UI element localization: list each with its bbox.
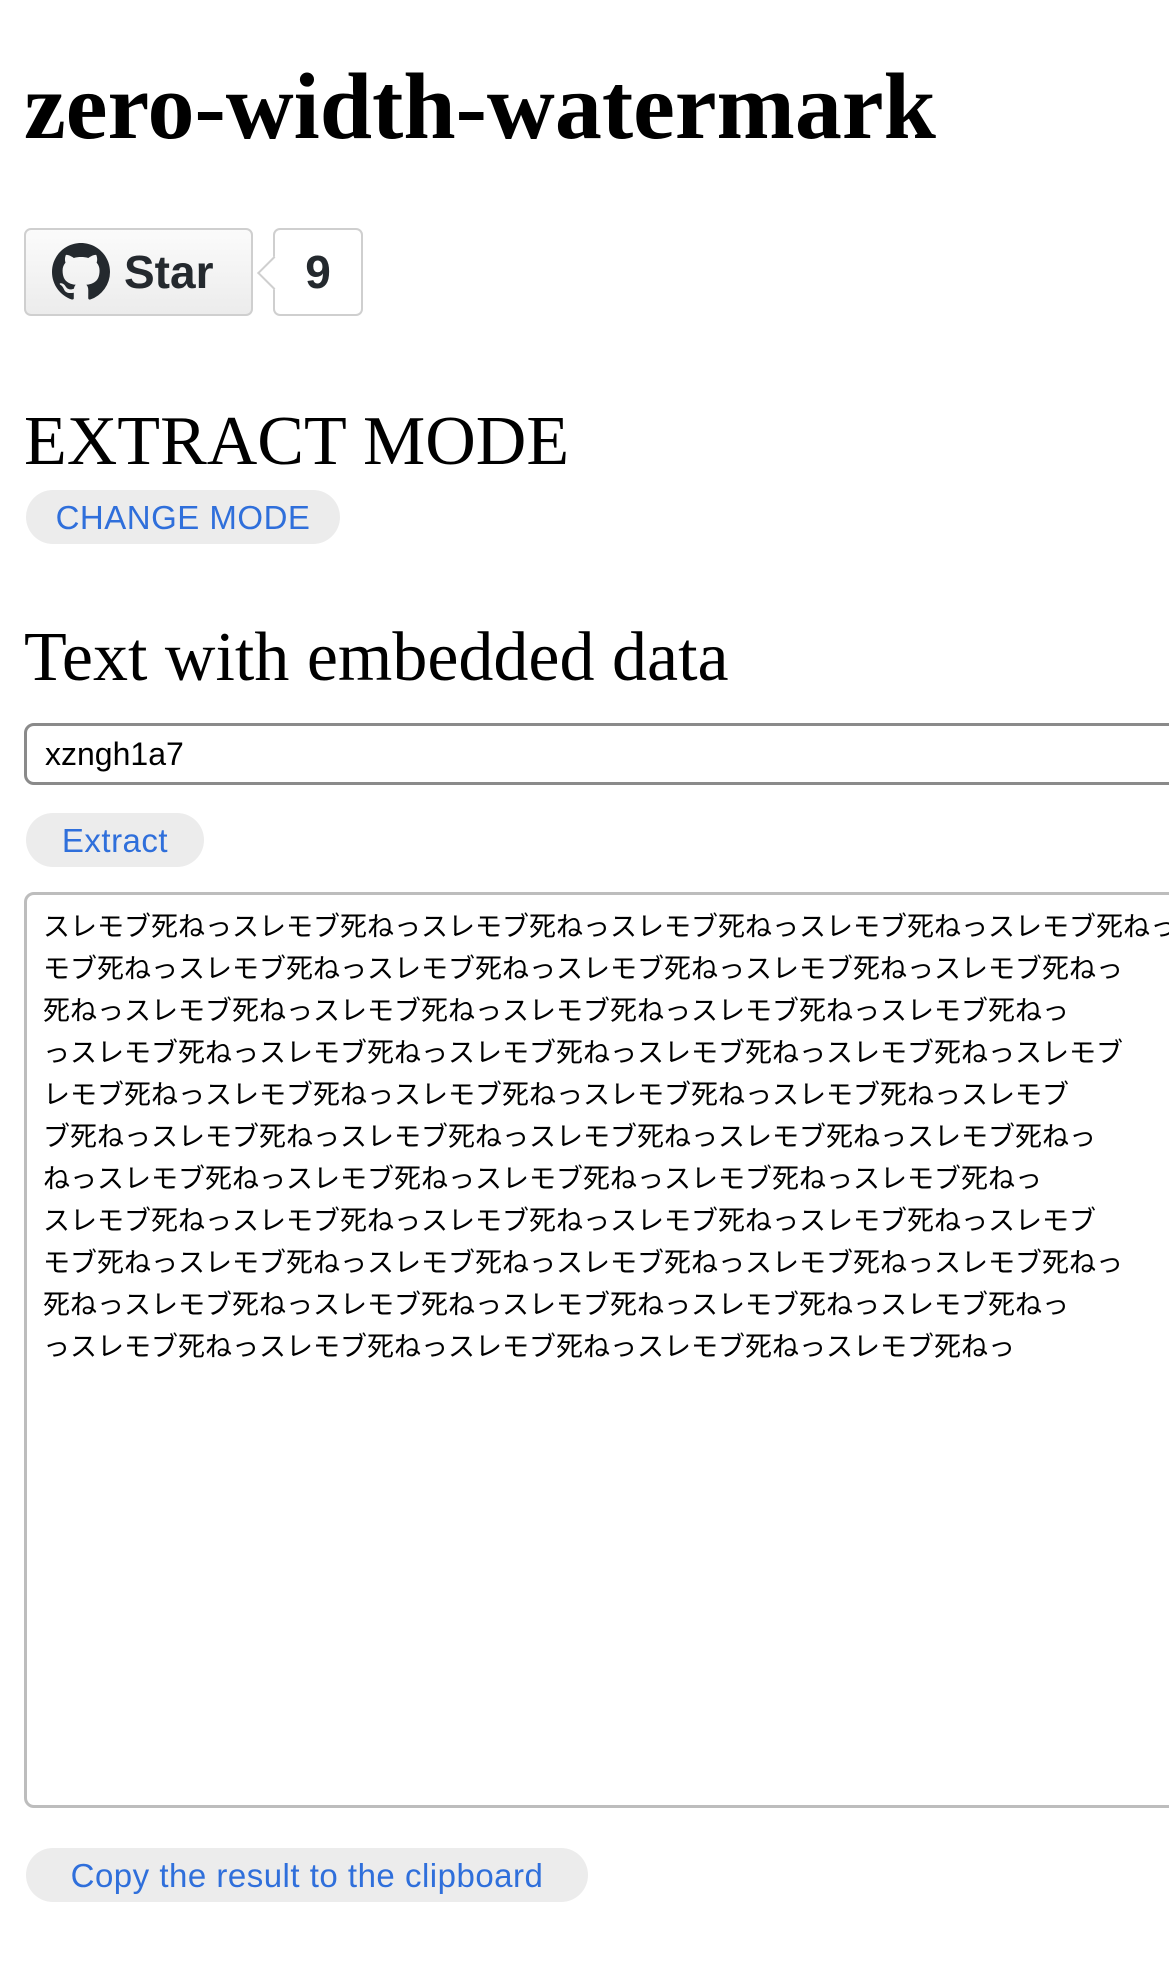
page: zero-width-watermark Star 9 EXTRACT MODE… [24, 0, 1169, 1970]
star-label: Star [124, 246, 214, 298]
star-count: 9 [305, 246, 331, 298]
mode-heading: EXTRACT MODE [24, 403, 570, 480]
star-count-badge[interactable]: 9 [273, 228, 363, 316]
embedded-text-input[interactable] [24, 723, 1169, 785]
github-star-widget: Star 9 [24, 228, 363, 316]
extract-button[interactable]: Extract [26, 813, 204, 867]
copy-result-button[interactable]: Copy the result to the clipboard [26, 1848, 588, 1902]
page-title: zero-width-watermark [24, 55, 936, 159]
github-octocat-icon [52, 243, 110, 301]
input-section-heading: Text with embedded data [24, 619, 729, 696]
change-mode-button[interactable]: CHANGE MODE [26, 490, 340, 544]
github-star-button[interactable]: Star [24, 228, 253, 316]
result-textarea[interactable]: スレモブ死ねっスレモブ死ねっスレモブ死ねっスレモブ死ねっスレモブ死ねっスレモブ死… [24, 892, 1169, 1808]
